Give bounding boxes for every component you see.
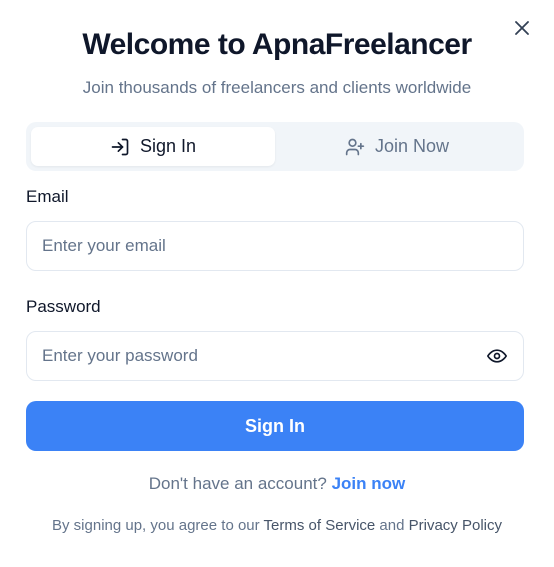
switch-prompt: Don't have an account? Join now — [0, 474, 554, 494]
modal-subtitle: Join thousands of freelancers and client… — [82, 78, 472, 97]
terms-of-service-link[interactable]: Terms of Service — [264, 517, 376, 534]
password-field[interactable] — [42, 346, 486, 366]
legal-and: and — [379, 517, 405, 534]
user-plus-icon — [345, 138, 365, 155]
sign-in-icon — [111, 138, 129, 155]
tab-sign-in-label: Sign In — [139, 136, 197, 156]
auth-tabs: Sign In Join Now — [26, 122, 524, 171]
tab-join-now-label: Join Now — [374, 136, 450, 156]
auth-modal: Welcome to ApnaFreelancer Join thousands… — [0, 0, 554, 567]
password-field-wrapper — [26, 331, 524, 381]
email-label: Email — [26, 187, 69, 206]
eye-icon — [487, 349, 507, 363]
privacy-policy-link[interactable]: Privacy Policy — [409, 517, 502, 534]
join-now-link[interactable]: Join now — [332, 474, 406, 493]
sign-in-submit-button[interactable]: Sign In — [26, 401, 524, 451]
legal-prefix: By signing up, you agree to our — [52, 517, 260, 534]
toggle-password-visibility-button[interactable] — [486, 345, 508, 367]
password-label: Password — [26, 297, 101, 316]
modal-title: Welcome to ApnaFreelancer — [82, 28, 472, 61]
switch-prompt-text: Don't have an account? — [148, 474, 327, 493]
tab-sign-in[interactable]: Sign In — [31, 127, 275, 166]
email-field[interactable] — [42, 236, 508, 256]
legal-notice: By signing up, you agree to our Terms of… — [0, 517, 554, 534]
email-field-wrapper — [26, 221, 524, 271]
tab-join-now[interactable]: Join Now — [275, 127, 519, 166]
